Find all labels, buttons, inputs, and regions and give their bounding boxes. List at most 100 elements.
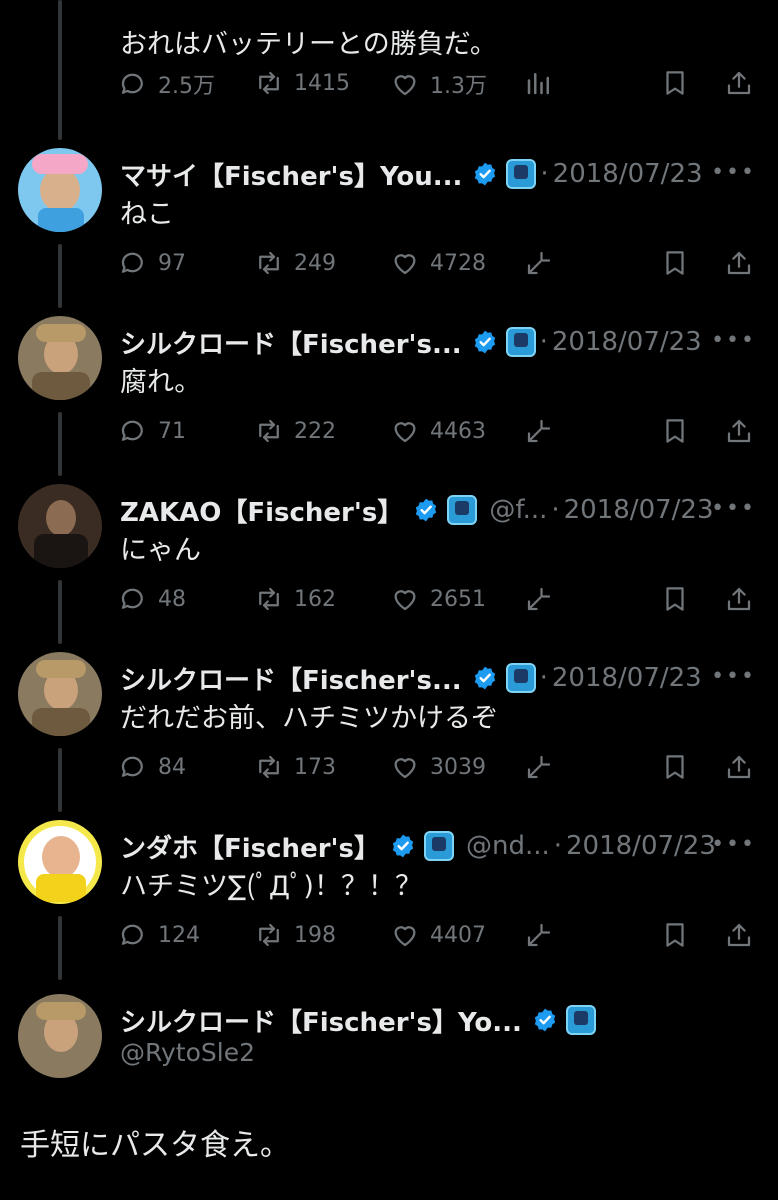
reply-count: 124 — [158, 922, 200, 948]
heart-icon — [394, 75, 416, 96]
share-button[interactable] — [724, 416, 754, 446]
verified-badge-icon — [416, 498, 437, 522]
display-name[interactable]: マサイ【Fischer's】You... — [120, 156, 462, 193]
reply-button[interactable]: 97 — [118, 248, 186, 278]
reply-count: 71 — [158, 418, 186, 444]
tweet-actions: 97 249 4728 — [118, 248, 768, 288]
avatar[interactable] — [18, 820, 102, 904]
heart-icon — [394, 254, 416, 275]
avatar-part — [32, 154, 88, 174]
grok-button[interactable] — [524, 752, 554, 782]
reply-button[interactable]: 2.5万 — [118, 68, 215, 100]
bookmark-icon — [666, 587, 684, 611]
like-count: 4463 — [430, 418, 486, 444]
handle[interactable]: @nd... — [466, 831, 550, 861]
reply-button[interactable]: 84 — [118, 752, 186, 782]
reply-count: 97 — [158, 250, 186, 276]
retweet-button[interactable]: 249 — [254, 248, 336, 278]
retweet-button[interactable]: 222 — [254, 416, 336, 446]
heart-icon — [394, 758, 416, 779]
reply-button[interactable]: 71 — [118, 416, 186, 446]
grok-icon — [527, 755, 551, 779]
like-button[interactable]: 4407 — [390, 920, 486, 950]
like-button[interactable]: 2651 — [390, 584, 486, 614]
handle[interactable]: @f... — [489, 495, 547, 525]
more-icon[interactable]: ••• — [711, 328, 756, 353]
tweet-reply[interactable]: ZAKAO【Fischer's】 @f... · 2018/07/23 ••• … — [0, 484, 778, 652]
share-button[interactable] — [724, 920, 754, 950]
bookmark-button[interactable] — [660, 584, 690, 614]
retweet-count: 249 — [294, 250, 336, 276]
reply-button[interactable]: 124 — [118, 920, 200, 950]
reply-button[interactable]: 48 — [118, 584, 186, 614]
bookmark-button[interactable] — [660, 248, 690, 278]
avatar-part — [36, 660, 86, 678]
views-button[interactable] — [524, 68, 554, 98]
share-button[interactable] — [724, 752, 754, 782]
grok-icon — [527, 419, 551, 443]
avatar[interactable] — [18, 994, 102, 1078]
retweet-button[interactable]: 198 — [254, 920, 336, 950]
retweet-count: 162 — [294, 586, 336, 612]
avatar-part — [34, 534, 88, 568]
tweet-reply[interactable]: シルクロード【Fischer's... · 2018/07/23 ••• 腐れ。… — [0, 316, 778, 484]
avatar[interactable] — [18, 652, 102, 736]
bookmark-button[interactable] — [660, 752, 690, 782]
avatar[interactable] — [18, 316, 102, 400]
avatar-part — [38, 208, 84, 232]
like-button[interactable]: 3039 — [390, 752, 486, 782]
tweet-reply[interactable]: ンダホ【Fischer's】 @nd... · 2018/07/23 ••• ハ… — [0, 820, 778, 988]
share-button[interactable] — [724, 248, 754, 278]
like-button[interactable]: 4463 — [390, 416, 486, 446]
retweet-button[interactable]: 173 — [254, 752, 336, 782]
display-name[interactable]: シルクロード【Fischer's... — [120, 660, 462, 697]
more-icon[interactable]: ••• — [711, 832, 756, 857]
like-button[interactable]: 4728 — [390, 248, 486, 278]
grok-button[interactable] — [524, 584, 554, 614]
tweet-date[interactable]: 2018/07/23 — [564, 495, 714, 525]
display-name[interactable]: ンダホ【Fischer's】 — [120, 828, 380, 865]
avatar-part — [36, 324, 86, 342]
like-count: 4728 — [430, 250, 486, 276]
like-count: 2651 — [430, 586, 486, 612]
retweet-count: 1415 — [294, 70, 350, 96]
bookmark-button[interactable] — [660, 416, 690, 446]
tweet-date[interactable]: 2018/07/23 — [553, 159, 703, 189]
avatar[interactable] — [18, 484, 102, 568]
more-icon[interactable]: ••• — [711, 664, 756, 689]
separator-dot: · — [551, 495, 560, 525]
handle[interactable]: @RytoSle2 — [120, 1038, 255, 1067]
affiliate-badge-icon — [565, 1005, 596, 1035]
grok-button[interactable] — [524, 248, 554, 278]
like-button[interactable]: 1.3万 — [390, 68, 487, 100]
tweet-reply[interactable]: マサイ【Fischer's】You... · 2018/07/23 ••• ねこ… — [0, 148, 778, 316]
more-icon[interactable]: ••• — [711, 496, 756, 521]
share-button[interactable] — [724, 68, 754, 98]
retweet-icon — [259, 251, 279, 275]
verified-badge-icon — [475, 162, 496, 186]
display-name[interactable]: シルクロード【Fischer's】Yo... — [120, 1002, 522, 1039]
more-icon[interactable]: ••• — [711, 160, 756, 185]
retweet-button[interactable]: 162 — [254, 584, 336, 614]
tweet-date[interactable]: 2018/07/23 — [566, 831, 716, 861]
avatar[interactable] — [18, 148, 102, 232]
display-name[interactable]: シルクロード【Fischer's... — [120, 324, 462, 361]
retweet-button[interactable]: 1415 — [254, 68, 350, 98]
tweet-date[interactable]: 2018/07/23 — [552, 663, 702, 693]
tweet-first[interactable]: おれはバッテリーとの勝負だ。 2.5万 1415 1.3万 — [0, 0, 778, 168]
heart-icon — [394, 422, 416, 443]
grok-button[interactable] — [524, 920, 554, 950]
tweet-actions: 2.5万 1415 1.3万 — [118, 68, 768, 108]
tweet-reply[interactable]: シルクロード【Fischer's... · 2018/07/23 ••• だれだ… — [0, 652, 778, 820]
display-name[interactable]: ZAKAO【Fischer's】 — [120, 492, 403, 529]
tweet-main[interactable]: シルクロード【Fischer's】Yo... @RytoSle2 — [0, 990, 778, 1200]
tweet-date[interactable]: 2018/07/23 — [552, 327, 702, 357]
retweet-icon — [259, 755, 279, 779]
share-button[interactable] — [724, 584, 754, 614]
grok-button[interactable] — [524, 416, 554, 446]
bookmark-button[interactable] — [660, 920, 690, 950]
bookmark-button[interactable] — [660, 68, 690, 98]
main-tweet-text: 手短にパスタ食え。 — [20, 1128, 290, 1163]
like-count: 4407 — [430, 922, 486, 948]
share-icon — [727, 419, 751, 443]
